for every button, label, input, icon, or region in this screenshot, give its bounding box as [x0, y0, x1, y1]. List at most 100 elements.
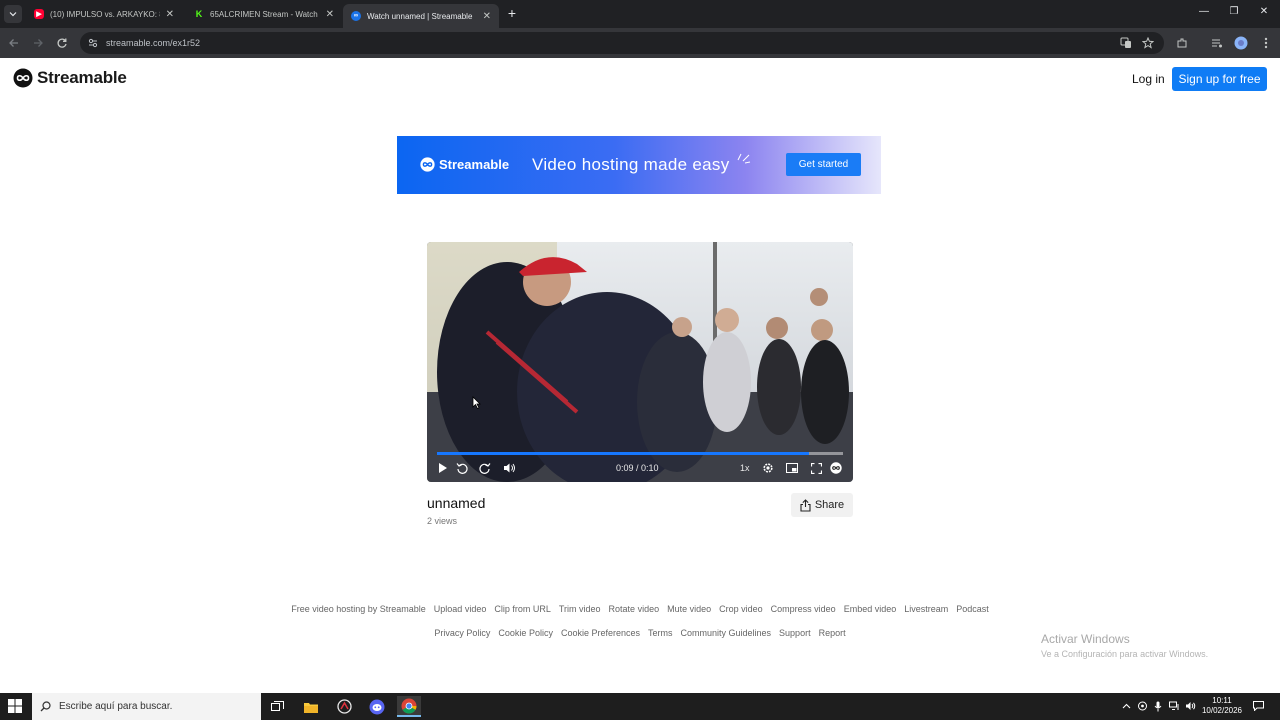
- notifications-icon[interactable]: [1252, 700, 1264, 712]
- browser-tab-streamable[interactable]: ∞ Watch unnamed | Streamable ✕: [343, 4, 499, 28]
- rewind-button[interactable]: [455, 461, 469, 475]
- show-hidden-icons-button[interactable]: [1120, 700, 1132, 712]
- footer-link-livestream[interactable]: Livestream: [904, 604, 948, 614]
- url-text[interactable]: streamable.com/ex1r52: [106, 38, 200, 48]
- banner-logo-text: Streamable: [439, 157, 510, 172]
- tab-search-button[interactable]: [4, 5, 22, 23]
- browser-menu-icon[interactable]: [1258, 35, 1274, 51]
- activation-watermark-title: Activar Windows: [1041, 632, 1130, 646]
- youtube-icon: ▶: [34, 9, 44, 19]
- fullscreen-icon: [810, 462, 822, 474]
- footer-link-embed-video[interactable]: Embed video: [844, 604, 897, 614]
- footer-link-crop-video[interactable]: Crop video: [719, 604, 763, 614]
- discord-button[interactable]: [365, 696, 389, 717]
- app-circle-icon: [336, 699, 352, 714]
- picture-in-picture-button[interactable]: [785, 461, 799, 475]
- rewind-icon: [456, 463, 468, 474]
- pip-icon: [786, 463, 798, 473]
- footer-link-cookie-policy[interactable]: Cookie Policy: [498, 628, 553, 638]
- arrow-right-icon: [34, 39, 43, 47]
- onedrive-tray-icon[interactable]: [1136, 700, 1148, 712]
- close-tab-icon[interactable]: ✕: [166, 9, 174, 20]
- footer-link-clip-from-url[interactable]: Clip from URL: [494, 604, 551, 614]
- forward-button[interactable]: [30, 35, 46, 51]
- progress-fill: [437, 452, 810, 455]
- minimize-icon[interactable]: —: [1196, 6, 1212, 17]
- streamable-player-logo[interactable]: [829, 461, 843, 475]
- promo-banner[interactable]: Streamable Video hosting made easy Get s…: [397, 136, 881, 194]
- close-tab-icon[interactable]: ✕: [326, 9, 334, 20]
- login-link[interactable]: Log in: [1132, 72, 1165, 86]
- bookmark-star-icon[interactable]: [1140, 35, 1156, 51]
- new-tab-button[interactable]: +: [504, 5, 520, 21]
- footer-link-community-guidelines[interactable]: Community Guidelines: [681, 628, 772, 638]
- taskbar-clock[interactable]: 10:11 10/02/2026: [1200, 696, 1244, 716]
- microphone-icon[interactable]: [1152, 700, 1164, 712]
- volume-button[interactable]: [502, 461, 516, 475]
- browser-tab-kick[interactable]: K 65ALCRIMEN Stream - Watch Live ✕: [186, 4, 342, 24]
- taskbar-search-placeholder[interactable]: Escribe aquí para buscar.: [59, 701, 172, 712]
- footer-link-report[interactable]: Report: [819, 628, 846, 638]
- streamable-logo[interactable]: Streamable: [13, 68, 127, 88]
- close-window-icon[interactable]: ✕: [1256, 6, 1272, 17]
- arrow-left-icon: [9, 39, 18, 47]
- reload-button[interactable]: [54, 35, 70, 51]
- footer-link-free-hosting[interactable]: Free video hosting by Streamable: [291, 604, 426, 614]
- back-button[interactable]: [6, 35, 22, 51]
- close-tab-icon[interactable]: ✕: [483, 11, 491, 22]
- tab-title: (10) IMPULSO vs. ARKAYKO: 8v8: [50, 9, 160, 19]
- footer-link-trim-video[interactable]: Trim video: [559, 604, 601, 614]
- footer-link-podcast[interactable]: Podcast: [956, 604, 989, 614]
- sparkle-icon: [737, 153, 751, 164]
- speaker-icon[interactable]: [1184, 700, 1196, 712]
- banner-tagline: Video hosting made easy: [532, 155, 730, 174]
- share-button[interactable]: Share: [791, 493, 853, 517]
- start-button[interactable]: [8, 699, 22, 713]
- video-player[interactable]: 0:09 / 0:10 1x: [427, 242, 853, 482]
- settings-button[interactable]: [761, 461, 775, 475]
- network-icon[interactable]: [1168, 700, 1180, 712]
- play-button[interactable]: [436, 461, 450, 475]
- fullscreen-button[interactable]: [809, 461, 823, 475]
- chrome-icon: [401, 698, 417, 713]
- profile-avatar[interactable]: [1233, 35, 1249, 51]
- progress-bar[interactable]: [437, 452, 843, 455]
- video-frame: [427, 242, 853, 482]
- time-display: 0:09 / 0:10: [616, 463, 659, 473]
- playback-speed-button[interactable]: 1x: [740, 463, 750, 473]
- translate-icon[interactable]: [1118, 35, 1134, 51]
- video-title: unnamed: [427, 495, 486, 511]
- tab-title: Watch unnamed | Streamable: [367, 11, 473, 21]
- taskbar-search-box[interactable]: Escribe aquí para buscar.: [32, 693, 261, 720]
- extensions-icon[interactable]: [1174, 35, 1190, 51]
- footer-link-compress-video[interactable]: Compress video: [771, 604, 836, 614]
- browser-tab-youtube[interactable]: ▶ (10) IMPULSO vs. ARKAYKO: 8v8 ✕: [26, 4, 182, 24]
- footer-link-support[interactable]: Support: [779, 628, 811, 638]
- play-icon: [439, 463, 447, 473]
- chrome-button[interactable]: [397, 696, 421, 717]
- taskbar-app-button[interactable]: [332, 696, 356, 717]
- footer-link-upload-video[interactable]: Upload video: [434, 604, 487, 614]
- volume-icon: [503, 463, 515, 473]
- file-explorer-button[interactable]: [299, 696, 323, 717]
- site-info-icon[interactable]: [88, 38, 98, 48]
- footer-link-terms[interactable]: Terms: [648, 628, 673, 638]
- get-started-button[interactable]: Get started: [786, 153, 861, 176]
- chevron-up-icon: [1122, 703, 1130, 709]
- clock-time: 10:11: [1212, 696, 1232, 705]
- footer-link-cookie-preferences[interactable]: Cookie Preferences: [561, 628, 640, 638]
- footer-link-rotate-video[interactable]: Rotate video: [609, 604, 660, 614]
- media-controls-icon[interactable]: [1209, 35, 1225, 51]
- share-label: Share: [814, 499, 845, 511]
- fast-forward-icon: [479, 463, 491, 474]
- forward-10-button[interactable]: [478, 461, 492, 475]
- address-bar[interactable]: streamable.com/ex1r52: [80, 32, 1164, 54]
- footer-link-mute-video[interactable]: Mute video: [667, 604, 711, 614]
- chevron-down-icon: [9, 12, 17, 17]
- share-icon: [800, 498, 811, 512]
- task-view-button[interactable]: [265, 696, 289, 717]
- restore-icon[interactable]: ❐: [1226, 6, 1242, 17]
- kick-icon: K: [194, 9, 204, 19]
- signup-button[interactable]: Sign up for free: [1172, 67, 1267, 91]
- footer-link-privacy-policy[interactable]: Privacy Policy: [434, 628, 490, 638]
